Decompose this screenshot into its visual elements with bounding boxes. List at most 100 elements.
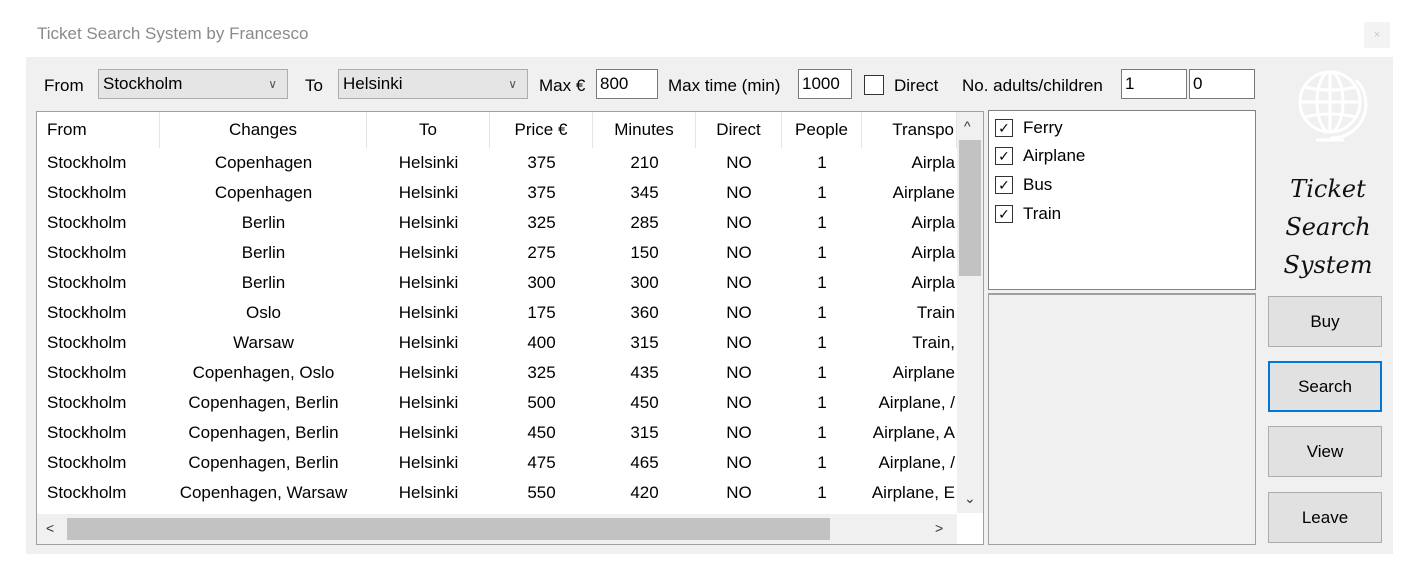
column-header-transport[interactable]: Transpo: [862, 112, 957, 148]
horizontal-scroll-thumb[interactable]: [67, 518, 830, 540]
cell-minutes: 315: [630, 423, 659, 442]
column-header-changes[interactable]: Changes: [160, 112, 367, 148]
scroll-up-icon[interactable]: ^: [964, 118, 971, 134]
column-header-minutes[interactable]: Minutes: [593, 112, 696, 148]
scroll-down-icon[interactable]: ⌄: [964, 490, 976, 507]
table-row[interactable]: Stockholm Copenhagen, Berlin Helsinki 475 46…: [37, 448, 957, 478]
from-select[interactable]: Stockholm ∨: [98, 69, 288, 99]
chevron-down-icon: ∨: [508, 77, 517, 91]
cell-from: Stockholm: [47, 153, 127, 172]
cell-to: Helsinki: [398, 303, 459, 322]
cell-to: Helsinki: [398, 213, 459, 232]
buy-button[interactable]: Buy: [1268, 296, 1382, 347]
cell-transport: Airpla: [911, 213, 955, 232]
cell-price: 550: [527, 483, 556, 502]
ferry-label: Ferry: [1023, 118, 1063, 137]
cell-people: 1: [817, 453, 827, 472]
cell-changes: Copenhagen, Berlin: [188, 453, 339, 472]
cell-price: 325: [527, 213, 556, 232]
airplane-checkbox[interactable]: ✓: [995, 147, 1013, 165]
cell-changes: Warsaw: [233, 333, 294, 352]
close-button[interactable]: ×: [1364, 22, 1390, 48]
vertical-scrollbar[interactable]: ^ ⌄: [957, 112, 983, 513]
table-row[interactable]: Stockholm Warsaw Helsinki 400 315 NO 1 Train,: [37, 328, 957, 358]
vertical-scroll-thumb[interactable]: [959, 140, 981, 276]
table-row[interactable]: Stockholm Berlin Helsinki 300 300 NO 1 Airpla: [37, 268, 957, 298]
bus-checkbox[interactable]: ✓: [995, 176, 1013, 194]
cell-from: Stockholm: [47, 333, 127, 352]
transport-checklist[interactable]: ✓ Ferry ✓ Airplane ✓ Bus ✓ Train: [988, 110, 1256, 290]
table-row[interactable]: Stockholm Berlin Helsinki 325 285 NO 1 Airpla: [37, 208, 957, 238]
cell-direct: NO: [726, 153, 752, 172]
column-header-people[interactable]: People: [782, 112, 862, 148]
cell-from: Stockholm: [47, 243, 127, 262]
table-row[interactable]: Stockholm Copenhagen Helsinki 375 210 NO 1 Airp…: [37, 148, 957, 178]
cell-changes: Copenhagen, Warsaw: [179, 483, 348, 502]
cell-transport: Airpla: [911, 243, 955, 262]
cell-minutes: 450: [630, 393, 659, 412]
cell-price: 275: [527, 243, 556, 262]
cell-minutes: 285: [630, 213, 659, 232]
cell-minutes: 150: [630, 243, 659, 262]
max-time-input[interactable]: 1000: [798, 69, 852, 99]
cell-from: Stockholm: [47, 303, 127, 322]
horizontal-scrollbar[interactable]: < >: [37, 514, 957, 544]
table-row[interactable]: Stockholm Copenhagen, Berlin Helsinki 500 45…: [37, 388, 957, 418]
cell-direct: NO: [726, 213, 752, 232]
column-header-direct[interactable]: Direct: [696, 112, 782, 148]
cell-from: Stockholm: [47, 213, 127, 232]
ticket-info-panel: [988, 293, 1256, 545]
cell-from: Stockholm: [47, 183, 127, 202]
table-row[interactable]: Stockholm Copenhagen, Berlin Helsinki 450 31…: [37, 418, 957, 448]
table-row[interactable]: Stockholm Copenhagen, Oslo Helsinki 325 435 N…: [37, 358, 957, 388]
max-price-input[interactable]: 800: [596, 69, 658, 99]
cell-price: 300: [527, 273, 556, 292]
cell-direct: NO: [726, 243, 752, 262]
column-header-to[interactable]: To: [367, 112, 490, 148]
cell-to: Helsinki: [398, 183, 459, 202]
adults-input[interactable]: 1: [1121, 69, 1187, 99]
search-button[interactable]: Search: [1268, 361, 1382, 412]
train-checkbox[interactable]: ✓: [995, 205, 1013, 223]
table-row[interactable]: Stockholm Copenhagen Helsinki 375 345 NO 1 Airp…: [37, 178, 957, 208]
scroll-left-icon[interactable]: <: [46, 520, 54, 536]
table-row[interactable]: Stockholm Copenhagen, Warsaw Helsinki 550 42…: [37, 478, 957, 508]
cell-direct: NO: [726, 363, 752, 382]
cell-people: 1: [817, 183, 827, 202]
table-row[interactable]: Stockholm Oslo Helsinki 175 360 NO 1 Train: [37, 298, 957, 328]
logo-line-system: System: [1283, 251, 1373, 279]
column-header-from[interactable]: From: [37, 112, 160, 148]
cell-to: Helsinki: [398, 423, 459, 442]
max-price-label: Max €: [539, 76, 586, 95]
table-row[interactable]: Stockholm Berlin Helsinki 275 150 NO 1 Airpla: [37, 238, 957, 268]
direct-checkbox[interactable]: [864, 75, 884, 95]
view-button[interactable]: View: [1268, 426, 1382, 477]
cell-to: Helsinki: [398, 153, 459, 172]
cell-transport: Train: [916, 303, 955, 322]
from-select-value: Stockholm: [103, 74, 183, 93]
cell-transport: Airplane, /: [878, 393, 955, 412]
cell-people: 1: [817, 333, 827, 352]
scroll-right-icon[interactable]: >: [935, 520, 943, 536]
cell-people: 1: [817, 243, 827, 262]
logo-text: Ticket Search System: [1268, 170, 1388, 284]
cell-to: Helsinki: [398, 483, 459, 502]
cell-changes: Berlin: [241, 273, 286, 292]
cell-price: 500: [527, 393, 556, 412]
column-header-price[interactable]: Price €: [490, 112, 593, 148]
ferry-checkbox[interactable]: ✓: [995, 119, 1013, 137]
cell-changes: Copenhagen: [214, 183, 313, 202]
cell-from: Stockholm: [47, 453, 127, 472]
direct-label: Direct: [894, 76, 939, 95]
leave-button[interactable]: Leave: [1268, 492, 1382, 543]
logo-line-search: Search: [1285, 213, 1371, 241]
cell-direct: NO: [726, 333, 752, 352]
cell-changes: Copenhagen: [214, 153, 313, 172]
children-input[interactable]: 0: [1189, 69, 1255, 99]
to-select[interactable]: Helsinki ∨: [338, 69, 528, 99]
cell-price: 375: [527, 153, 556, 172]
cell-price: 375: [527, 183, 556, 202]
results-table[interactable]: From Changes To Price € Minutes Direct P…: [36, 111, 984, 545]
train-label: Train: [1023, 204, 1062, 223]
cell-from: Stockholm: [47, 483, 127, 502]
